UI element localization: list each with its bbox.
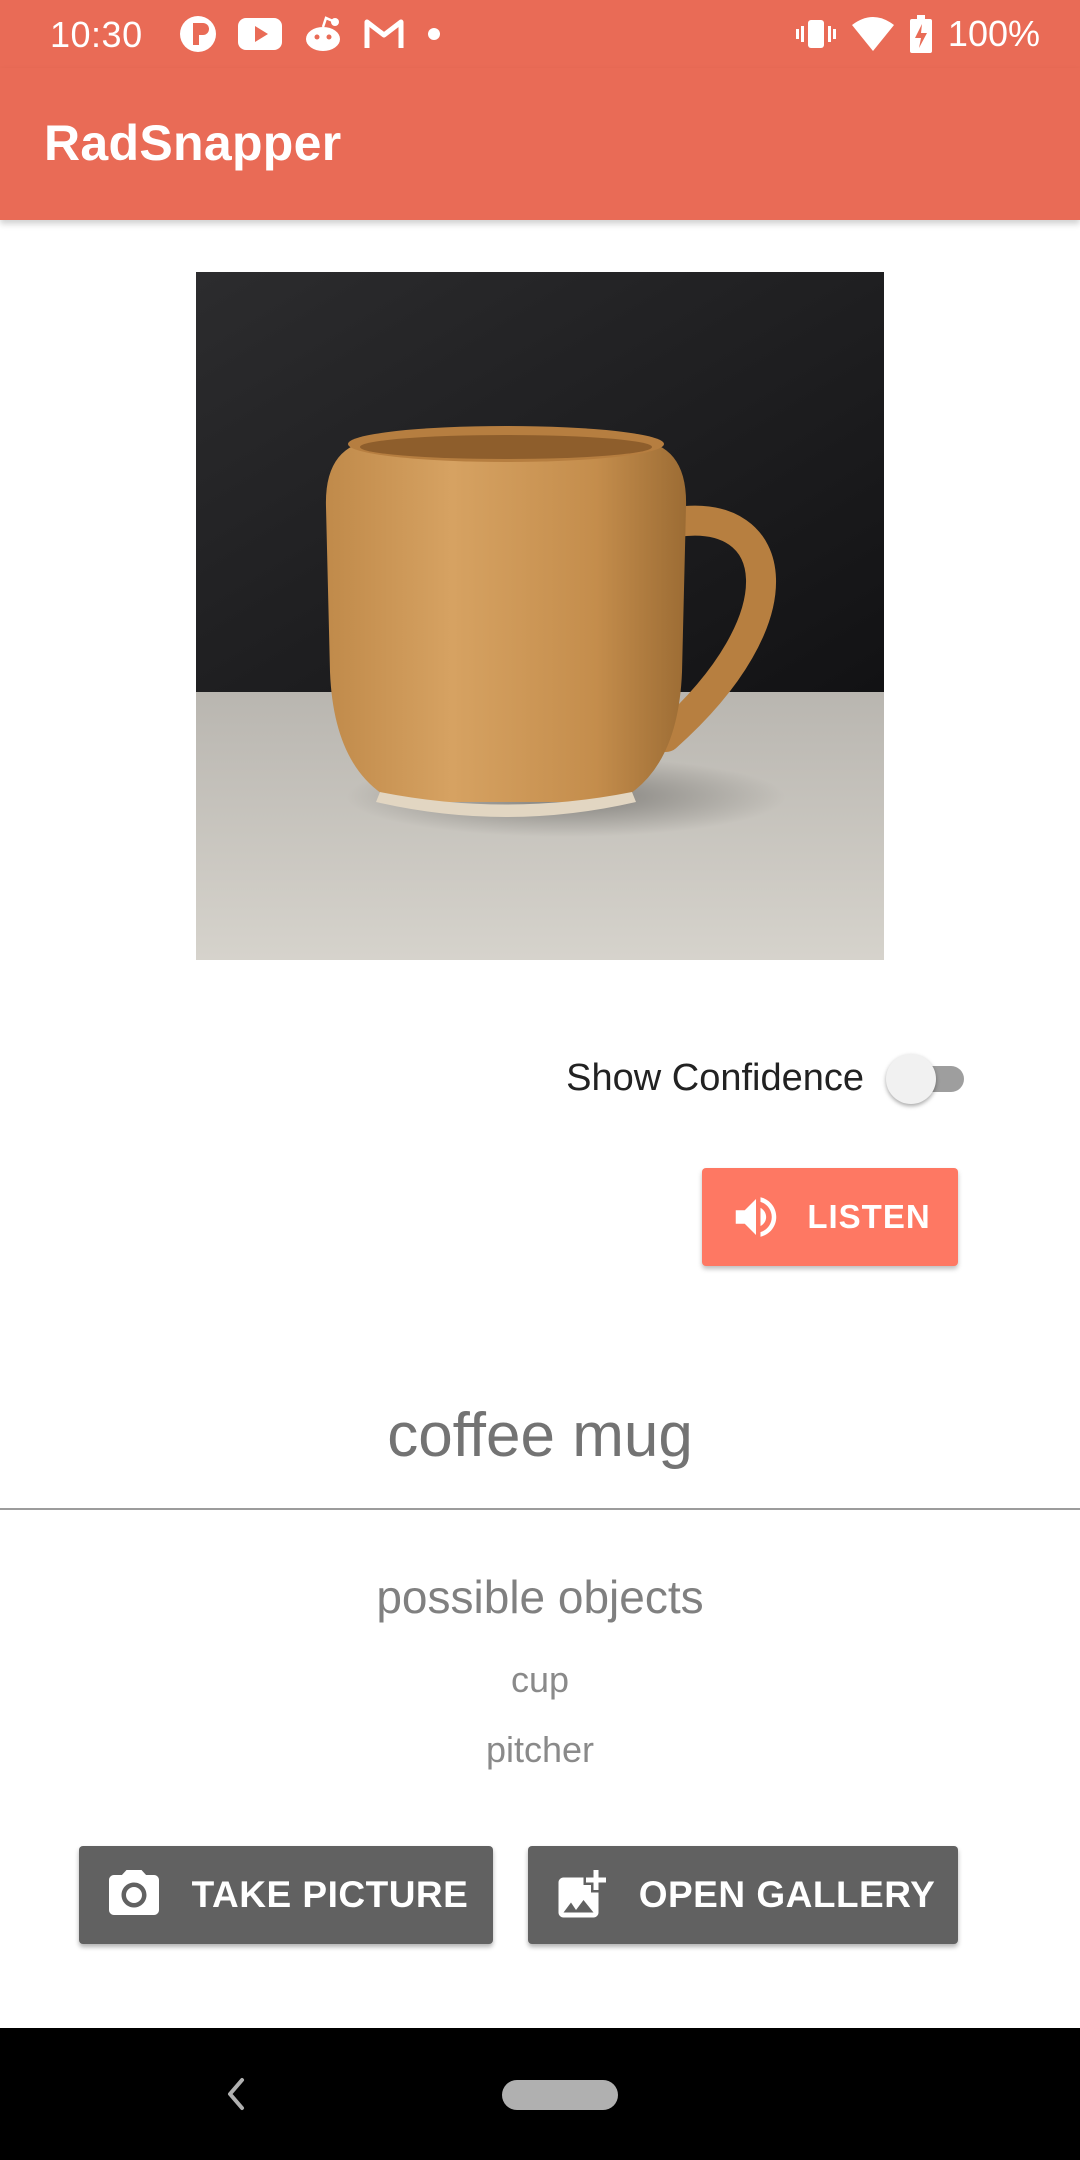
show-confidence-row[interactable]: Show Confidence	[566, 1050, 968, 1106]
possible-objects-list: cup pitcher	[0, 1656, 1080, 1796]
add-photo-icon	[558, 1870, 606, 1918]
youtube-icon	[238, 18, 282, 50]
show-confidence-label: Show Confidence	[566, 1056, 864, 1099]
vibrate-icon	[795, 20, 836, 48]
listen-button[interactable]: LISTEN	[702, 1168, 958, 1266]
tasker-icon	[180, 16, 216, 52]
battery-percent: 100%	[947, 13, 1040, 54]
notification-dot-icon	[428, 28, 440, 40]
gmail-icon	[364, 19, 404, 48]
show-confidence-toggle[interactable]	[878, 1050, 968, 1106]
take-picture-label: TAKE PICTURE	[191, 1874, 469, 1915]
reddit-icon	[306, 16, 340, 51]
home-pill-icon[interactable]	[502, 2080, 618, 2110]
open-gallery-button[interactable]: OPEN GALLERY	[528, 1846, 958, 1944]
system-icons: 100%	[795, 12, 1040, 56]
battery-charging-icon	[909, 15, 932, 53]
divider	[0, 1508, 1080, 1510]
status-time: 10:30	[50, 14, 143, 55]
listen-label: LISTEN	[807, 1198, 931, 1235]
app-title: RadSnapper	[44, 115, 342, 171]
app-bar: RadSnapper	[0, 68, 1080, 220]
list-item: cup	[510, 1659, 570, 1700]
toggle-thumb	[886, 1054, 936, 1104]
possible-objects-heading: possible objects	[376, 1571, 704, 1623]
back-icon[interactable]	[222, 2074, 250, 2114]
take-picture-button[interactable]: TAKE PICTURE	[79, 1846, 493, 1944]
volume-up-icon	[736, 1197, 777, 1237]
camera-icon	[108, 1870, 159, 1915]
navigation-bar	[0, 2028, 1080, 2160]
coffee-mug-photo	[196, 272, 884, 960]
captured-photo	[196, 272, 884, 960]
list-item: pitcher	[485, 1729, 595, 1770]
status-bar: 10:30 100%	[0, 0, 1080, 68]
open-gallery-label: OPEN GALLERY	[638, 1874, 936, 1915]
prediction-label: coffee mug	[387, 1401, 693, 1470]
wifi-icon	[851, 17, 894, 51]
notification-icons	[178, 12, 444, 56]
